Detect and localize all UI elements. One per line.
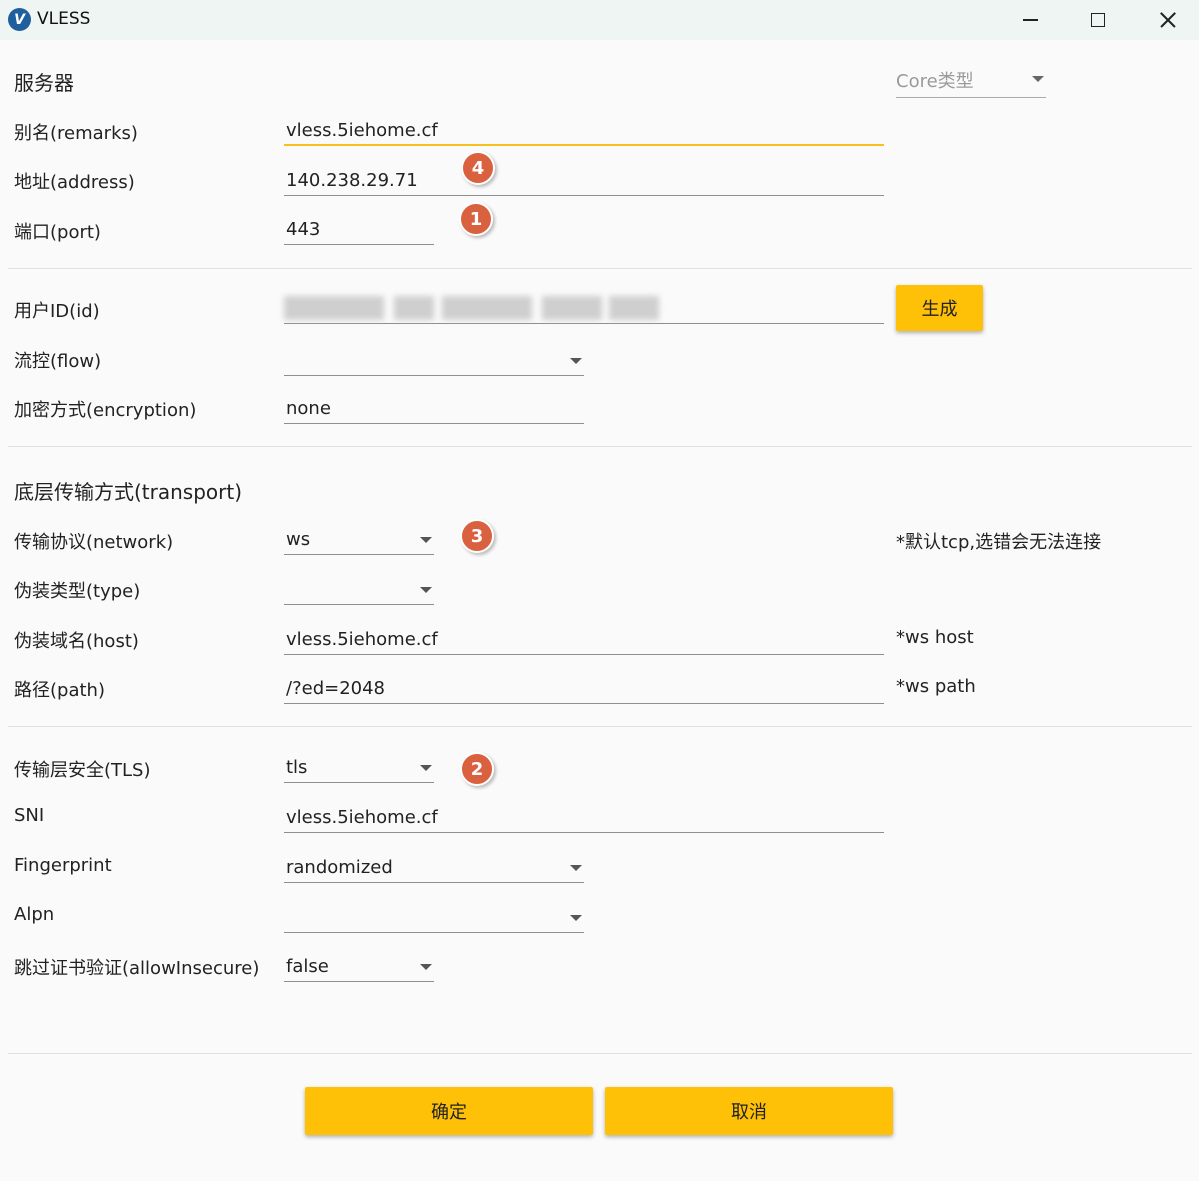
generate-button[interactable]: 生成 <box>896 285 983 331</box>
divider <box>8 1053 1192 1054</box>
chevron-down-icon <box>570 865 582 871</box>
chevron-down-icon <box>420 537 432 543</box>
flow-value <box>284 346 584 375</box>
remarks-input[interactable] <box>284 116 884 144</box>
minimize-button[interactable] <box>998 0 1062 40</box>
chevron-down-icon <box>570 915 582 921</box>
host-note: *ws host <box>896 627 974 648</box>
type-value <box>284 575 434 604</box>
path-label: 路径(path) <box>14 680 105 701</box>
core-type-placeholder: Core类型 <box>896 70 974 92</box>
badge-2: 2 <box>460 752 494 786</box>
network-select[interactable]: ws <box>284 525 434 555</box>
path-field[interactable] <box>284 674 884 704</box>
address-field[interactable] <box>284 166 884 196</box>
user-id-field[interactable] <box>284 294 884 324</box>
network-label: 传输协议(network) <box>14 532 174 553</box>
alpn-value <box>284 903 584 932</box>
address-input[interactable] <box>284 166 884 195</box>
port-input[interactable] <box>284 215 434 244</box>
window-title: VLESS <box>37 9 91 29</box>
tls-value: tls <box>286 757 308 778</box>
allow-insecure-label: 跳过证书验证(allowInsecure) <box>14 958 260 979</box>
allow-insecure-select[interactable]: false <box>284 952 434 982</box>
cancel-button[interactable]: 取消 <box>605 1087 893 1135</box>
address-label: 地址(address) <box>14 172 135 193</box>
host-label: 伪装域名(host) <box>14 631 139 652</box>
tls-select[interactable]: tls <box>284 753 434 783</box>
title-bar: V VLESS <box>0 0 1199 40</box>
chevron-down-icon <box>420 587 432 593</box>
network-note: *默认tcp,选错会无法连接 <box>896 532 1102 553</box>
remarks-label: 别名(remarks) <box>14 123 138 144</box>
host-field[interactable] <box>284 625 884 655</box>
encryption-field[interactable] <box>284 394 584 424</box>
blurred-id-segment <box>609 296 659 320</box>
alpn-label: Alpn <box>14 904 55 925</box>
type-select[interactable] <box>284 575 434 605</box>
sni-field[interactable] <box>284 803 884 833</box>
server-section-title: 服务器 <box>14 71 74 95</box>
fingerprint-select[interactable]: randomized <box>284 853 584 883</box>
close-icon <box>1159 11 1177 29</box>
tls-label: 传输层安全(TLS) <box>14 760 151 781</box>
remarks-field[interactable] <box>284 116 884 146</box>
blurred-id-segment <box>542 296 602 320</box>
path-input[interactable] <box>284 674 884 703</box>
user-id-label: 用户ID(id) <box>14 301 100 322</box>
v-logo-icon: V <box>8 8 31 31</box>
divider <box>8 446 1192 447</box>
network-value: ws <box>286 529 311 550</box>
divider <box>8 268 1192 269</box>
maximize-button[interactable] <box>1066 0 1130 40</box>
badge-4: 4 <box>461 151 495 185</box>
transport-section-title: 底层传输方式(transport) <box>14 480 243 504</box>
badge-1: 1 <box>459 202 493 236</box>
blurred-id-segment <box>284 296 384 320</box>
encryption-label: 加密方式(encryption) <box>14 400 197 421</box>
chevron-down-icon <box>570 358 582 364</box>
port-label: 端口(port) <box>14 222 101 243</box>
close-button[interactable] <box>1136 0 1199 40</box>
blurred-id-segment <box>442 296 532 320</box>
fingerprint-value: randomized <box>286 857 393 878</box>
sni-input[interactable] <box>284 803 884 832</box>
divider <box>8 726 1192 727</box>
blurred-id-segment <box>394 296 434 320</box>
core-type-select[interactable]: Core类型 <box>896 62 1046 98</box>
badge-3: 3 <box>460 519 494 553</box>
maximize-icon <box>1091 13 1105 27</box>
ok-button[interactable]: 确定 <box>305 1087 593 1135</box>
fingerprint-label: Fingerprint <box>14 855 112 876</box>
alpn-select[interactable] <box>284 903 584 933</box>
flow-label: 流控(flow) <box>14 351 102 372</box>
encryption-input[interactable] <box>284 394 584 423</box>
sni-label: SNI <box>14 805 45 826</box>
path-note: *ws path <box>896 676 976 697</box>
type-label: 伪装类型(type) <box>14 581 141 602</box>
host-input[interactable] <box>284 625 884 654</box>
allow-insecure-value: false <box>286 956 329 977</box>
flow-select[interactable] <box>284 346 584 376</box>
minimize-icon <box>1022 19 1038 21</box>
chevron-down-icon <box>420 964 432 970</box>
port-field[interactable] <box>284 215 434 245</box>
chevron-down-icon <box>420 765 432 771</box>
chevron-down-icon <box>1032 76 1044 82</box>
